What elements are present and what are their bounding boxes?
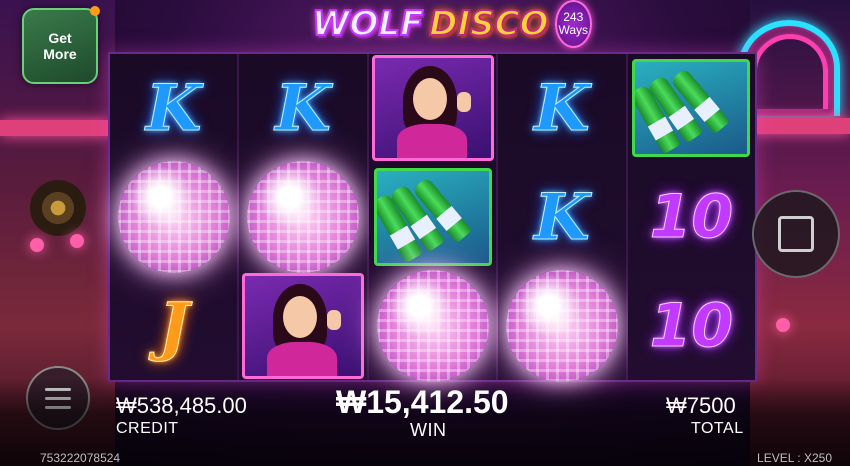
win-label: WIN xyxy=(410,420,447,440)
disco-ball-symbol xyxy=(247,161,360,273)
neon-shelf-right xyxy=(750,118,850,134)
neon-shelf-left xyxy=(0,120,110,136)
bottles-symbol xyxy=(632,59,751,157)
total-bet-label: TOTAL xyxy=(691,420,744,437)
reel-grid: K J K K K 10 10 xyxy=(108,52,757,382)
reel-2: K xyxy=(239,54,369,380)
reel-cell: K xyxy=(498,54,625,162)
get-more-label-line2: More xyxy=(43,46,77,62)
symbol-10: 10 xyxy=(649,291,734,362)
symbol-j: J xyxy=(158,288,189,364)
lady-portrait-symbol xyxy=(242,273,365,379)
reel-cell xyxy=(369,54,496,162)
get-more-button[interactable]: Get More xyxy=(22,6,100,84)
lamp-decor xyxy=(30,238,44,252)
reel-cell xyxy=(498,270,625,382)
symbol-k: K xyxy=(534,179,591,255)
bottles-symbol xyxy=(373,168,492,266)
logo-word-wolf: WOLF xyxy=(311,3,424,45)
total-bet-value[interactable]: ₩7500 xyxy=(666,393,736,419)
spin-button[interactable] xyxy=(752,190,840,278)
ways-badge: 243 Ways xyxy=(554,0,592,48)
reel-cell xyxy=(239,161,366,273)
reel-cell xyxy=(239,272,366,380)
reel-1: KJ xyxy=(110,54,240,380)
disco-ball-symbol xyxy=(117,161,230,273)
session-id: 753222078524 xyxy=(40,451,121,465)
get-more-label-line1: Get xyxy=(48,30,72,46)
reel-cell: K xyxy=(239,54,366,162)
logo-word-disco: DISCO xyxy=(428,3,549,45)
lady-portrait-symbol xyxy=(371,55,494,161)
vinyl-record-decor xyxy=(30,180,86,236)
credit-label: CREDIT xyxy=(116,420,179,437)
reel-cell xyxy=(369,163,496,271)
notification-dot xyxy=(90,6,100,16)
reel-5: 10 10 xyxy=(627,54,756,380)
ways-label: Ways xyxy=(558,23,589,37)
reel-cell: 10 xyxy=(628,272,755,380)
reel-cell: K xyxy=(498,163,625,271)
symbol-k: K xyxy=(275,70,332,146)
reel-cell xyxy=(369,270,496,382)
reel-cell xyxy=(628,54,755,162)
reel-4: KK xyxy=(498,54,628,382)
symbol-k: K xyxy=(534,70,591,146)
game-logo: WOLF DISCO 243 Ways xyxy=(311,0,592,48)
reel-3 xyxy=(368,54,499,382)
lamp-decor xyxy=(776,318,790,332)
reel-cell: K xyxy=(110,54,237,162)
disco-ball-symbol xyxy=(505,270,618,382)
symbol-k: K xyxy=(145,70,202,146)
neon-arch-inner-decor xyxy=(752,34,828,109)
win-value: ₩15,412.50 xyxy=(336,384,509,420)
disco-ball-symbol xyxy=(376,270,489,382)
symbol-10: 10 xyxy=(649,182,734,253)
reel-cell: 10 xyxy=(628,163,755,271)
stop-square-icon xyxy=(778,216,814,252)
reel-cell xyxy=(110,161,237,273)
reel-cell: J xyxy=(110,272,237,380)
level-indicator: LEVEL : X250 xyxy=(757,451,832,465)
credit-value: ₩538,485.00 xyxy=(116,393,247,418)
lamp-decor xyxy=(70,234,84,248)
